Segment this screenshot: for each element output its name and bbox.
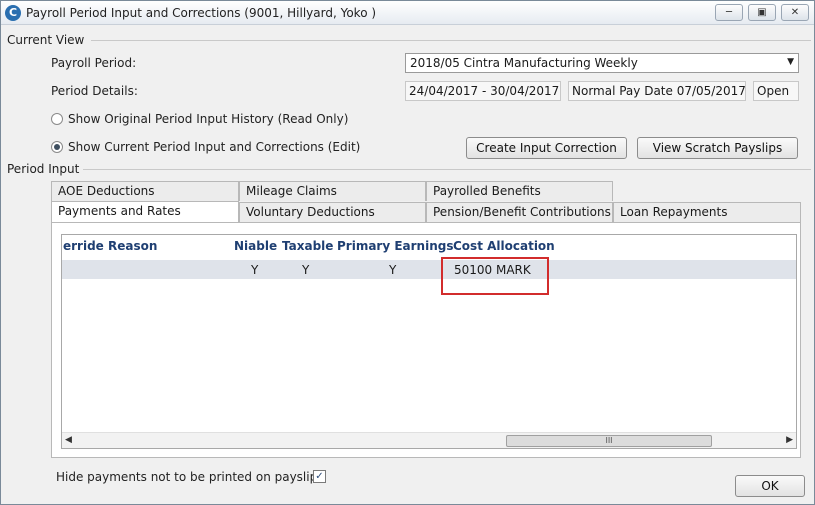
window-title: Payroll Period Input and Corrections (90… <box>26 6 377 20</box>
table-row[interactable] <box>62 260 796 279</box>
payments-grid: erride Reason Niable Taxable Primary Ear… <box>61 234 797 449</box>
tab-voluntary-deductions[interactable]: Voluntary Deductions <box>239 202 426 222</box>
tab-pension-benefit-contributions[interactable]: Pension/Benefit Contributions <box>426 202 613 222</box>
close-icon: ✕ <box>790 7 800 18</box>
app-logo-icon: C <box>5 5 21 21</box>
radio-current-input-label[interactable]: Show Current Period Input and Correction… <box>68 140 360 154</box>
minimize-button[interactable]: ─ <box>715 4 743 21</box>
column-header-cost-allocation[interactable]: Cost Allocation <box>453 239 555 253</box>
cell-taxable: Y <box>302 263 310 277</box>
restore-button[interactable]: ▣ <box>748 4 776 21</box>
hide-payments-label: Hide payments not to be printed on paysl… <box>56 470 324 484</box>
chevron-down-icon: ▼ <box>787 57 794 67</box>
ok-button[interactable]: OK <box>735 475 805 497</box>
column-header-primary-earnings[interactable]: Primary Earnings <box>337 239 454 253</box>
title-bar: C Payroll Period Input and Corrections (… <box>1 1 814 25</box>
payroll-period-label: Payroll Period: <box>51 56 137 70</box>
cell-primary-earnings: Y <box>389 263 397 277</box>
view-scratch-payslips-button[interactable]: View Scratch Payslips <box>637 137 798 159</box>
tab-loan-repayments[interactable]: Loan Repayments <box>613 202 801 222</box>
payroll-period-window: C Payroll Period Input and Corrections (… <box>0 0 815 505</box>
period-input-divider <box>83 169 811 170</box>
column-header-niable[interactable]: Niable <box>234 239 277 253</box>
payroll-period-select[interactable]: 2018/05 Cintra Manufacturing Weekly ▼ <box>405 53 799 73</box>
normal-pay-date: Normal Pay Date 07/05/2017 <box>568 81 746 101</box>
current-view-label: Current View <box>7 33 89 47</box>
scrollbar-thumb[interactable]: III <box>506 435 712 447</box>
tab-aoe-deductions[interactable]: AOE Deductions <box>51 181 239 201</box>
column-header-override-reason[interactable]: erride Reason <box>63 239 157 253</box>
scroll-right-icon[interactable]: ▶ <box>786 435 793 445</box>
radio-current-input[interactable] <box>51 141 63 153</box>
cost-allocation-highlight <box>441 257 549 295</box>
close-button[interactable]: ✕ <box>781 4 809 21</box>
create-input-correction-button[interactable]: Create Input Correction <box>466 137 627 159</box>
minimize-icon: ─ <box>725 7 733 18</box>
tab-mileage-claims[interactable]: Mileage Claims <box>239 181 426 201</box>
hide-payments-checkbox[interactable]: ✓ <box>313 470 326 483</box>
current-view-divider <box>91 40 811 41</box>
period-input-label: Period Input <box>7 162 84 176</box>
check-mark-icon: ✓ <box>315 471 324 482</box>
cell-niable: Y <box>251 263 259 277</box>
period-date-range: 24/04/2017 - 30/04/2017 <box>405 81 561 101</box>
horizontal-scrollbar[interactable]: ◀ III ▶ <box>62 432 796 448</box>
period-status: Open <box>753 81 799 101</box>
tab-payments-and-rates[interactable]: Payments and Rates <box>51 201 239 223</box>
radio-original-history-label[interactable]: Show Original Period Input History (Read… <box>68 112 348 126</box>
radio-original-history[interactable] <box>51 113 63 125</box>
payroll-period-value: 2018/05 Cintra Manufacturing Weekly <box>410 56 638 70</box>
restore-icon: ▣ <box>757 7 767 18</box>
tab-payrolled-benefits[interactable]: Payrolled Benefits <box>426 181 613 201</box>
column-header-taxable[interactable]: Taxable <box>282 239 333 253</box>
scroll-left-icon[interactable]: ◀ <box>65 435 72 445</box>
period-details-label: Period Details: <box>51 84 138 98</box>
